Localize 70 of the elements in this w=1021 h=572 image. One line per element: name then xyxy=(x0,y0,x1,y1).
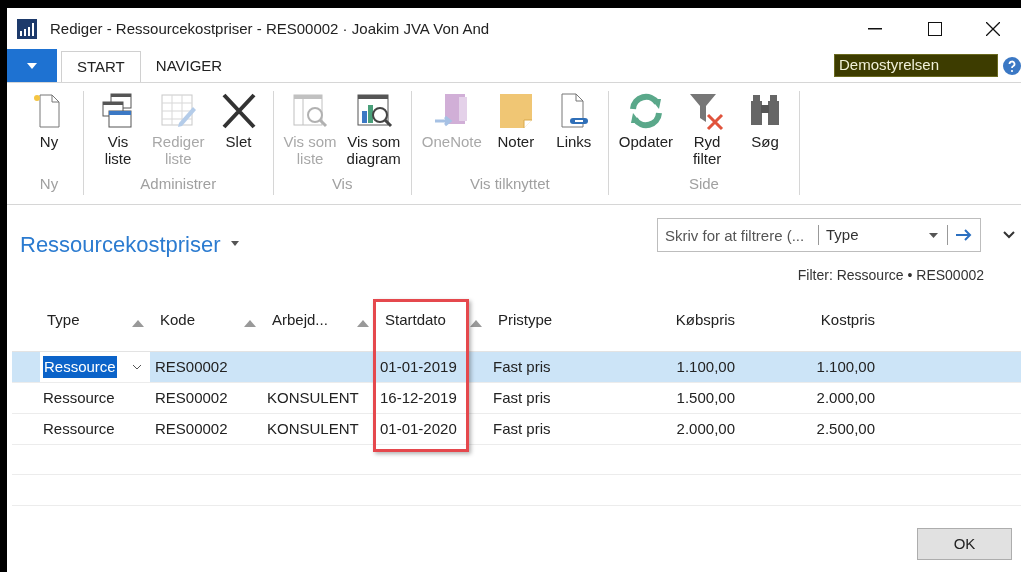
ribbon-group-label: Ny xyxy=(39,173,59,194)
table-row[interactable]: Ressource RES00002 KONSULENT 01-01-2020 Fast pris 2.000,00 2.500,00 xyxy=(12,414,1021,445)
column-header[interactable]: Startdato xyxy=(385,309,446,332)
table-cell-text: 01-01-2019 xyxy=(380,356,457,377)
filter-input[interactable]: Skriv for at filtrere (... xyxy=(658,219,818,251)
table-cell-text: 2.500,00 xyxy=(816,418,875,439)
type-dropdown[interactable]: Ressource xyxy=(40,352,150,382)
table-cell-text: 1.100,00 xyxy=(816,356,875,377)
sort-arrow-icon[interactable] xyxy=(357,320,369,327)
ribbon-group-label: Administrer xyxy=(140,173,217,194)
ribbon-button[interactable]: Links xyxy=(545,91,602,150)
table-cell-text: RES00002 xyxy=(155,356,228,377)
column-header[interactable]: Købspris xyxy=(675,309,735,332)
help-icon[interactable] xyxy=(1003,56,1021,75)
sort-arrow-icon[interactable] xyxy=(470,320,482,327)
table-cell-text: KONSULENT xyxy=(267,418,359,439)
ok-button[interactable]: OK xyxy=(917,528,1012,560)
maximize-icon xyxy=(928,22,942,36)
table-cell-text: 2.000,00 xyxy=(816,387,875,408)
ribbon-button[interactable]: Slet xyxy=(210,91,267,167)
sort-arrow-icon[interactable] xyxy=(132,320,144,327)
table-row[interactable]: Ressource RES00002 KONSULENT 16-12-2019 Fast pris 1.500,00 2.000,00 xyxy=(12,383,1021,414)
company-badge: Demostyrelsen xyxy=(834,54,998,77)
ribbon-button[interactable]: Noter xyxy=(487,91,544,150)
ribbon-group-label: Vis tilknyttet xyxy=(469,173,550,194)
table-cell-text: Fast pris xyxy=(493,356,551,377)
ribbon-button[interactable]: Søg xyxy=(737,91,794,167)
ribbon-group-label: Vis xyxy=(331,173,353,194)
caret-icon[interactable] xyxy=(929,232,938,238)
filter-box[interactable]: Skriv for at filtrere (... Type xyxy=(657,218,981,252)
app-menu-button[interactable] xyxy=(7,49,57,82)
table-cell-text: 1.100,00 xyxy=(676,356,735,377)
table-row[interactable]: Ressource RES00002 01-01-2019 Fast pris 1.100,00 1.100,00 xyxy=(12,352,1021,383)
table-cell-text: Fast pris xyxy=(493,418,551,439)
close-icon xyxy=(986,22,1000,36)
table-cell-text: Ressource xyxy=(43,387,115,408)
table-cell-text: 1.500,00 xyxy=(676,387,735,408)
caret-icon[interactable] xyxy=(230,241,239,246)
ribbon-button[interactable]: Vis liste xyxy=(90,91,146,167)
column-header[interactable]: Arbejd... xyxy=(272,309,328,332)
window-title: Rediger - Ressourcekostpriser - RES00002 · Joakim JVA Von And xyxy=(50,18,490,39)
ribbon-group-label: Side xyxy=(688,173,719,194)
column-header[interactable]: Type xyxy=(47,309,80,332)
filter-text: Filter: Ressource • RES00002 xyxy=(797,266,984,285)
app-icon xyxy=(17,19,37,39)
column-header[interactable]: Kostpris xyxy=(820,309,875,332)
table-cell-text: Ressource xyxy=(43,418,115,439)
ribbon-tab[interactable]: NAVIGER xyxy=(140,51,238,82)
chevron-down-icon[interactable] xyxy=(1003,231,1015,239)
filter-field-label[interactable]: Type xyxy=(819,223,859,247)
ribbon-button[interactable]: Ny xyxy=(21,91,77,150)
sort-arrow-icon[interactable] xyxy=(244,320,256,327)
table-cell-text: 2.000,00 xyxy=(676,418,735,439)
table-cell-text: Fast pris xyxy=(493,387,551,408)
column-header[interactable]: Kode xyxy=(160,309,196,332)
table-cell-text: 01-01-2020 xyxy=(380,418,457,439)
ribbon-button[interactable]: Vis som diagram xyxy=(342,91,405,167)
minimize-icon xyxy=(868,28,882,30)
table-cell-text: KONSULENT xyxy=(267,387,359,408)
arrow-right-icon[interactable] xyxy=(956,229,972,241)
ribbon-tab[interactable]: START xyxy=(61,51,141,82)
column-header[interactable]: Pristype xyxy=(498,309,553,332)
chevron-down-icon xyxy=(132,364,142,370)
caret-icon xyxy=(27,62,37,69)
ribbon-button[interactable]: Opdater xyxy=(614,91,678,167)
table-cell-text: RES00002 xyxy=(155,387,228,408)
ribbon-button[interactable]: Ryd filter xyxy=(679,91,736,167)
page-title[interactable]: Ressourcekostpriser xyxy=(20,228,221,261)
table-cell-text: 16-12-2019 xyxy=(380,387,457,408)
table-cell-text: RES00002 xyxy=(155,418,228,439)
